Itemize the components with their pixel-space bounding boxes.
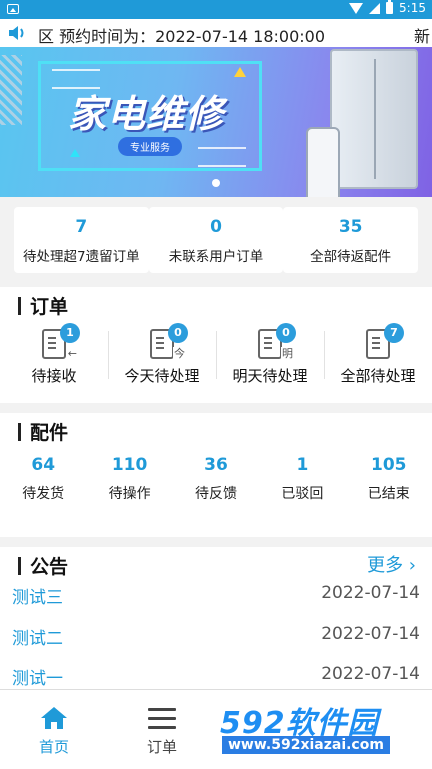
announcement-title: 测试三 — [12, 588, 63, 608]
speaker-icon — [9, 26, 24, 40]
status-time: 5:15 — [399, 1, 426, 15]
stat-label: 全部待返配件 — [310, 249, 392, 265]
tab-orders[interactable]: 订单 — [108, 690, 216, 769]
section-marker — [18, 297, 21, 315]
stat-value: 0 — [210, 217, 222, 237]
parts-label: 待发货 — [22, 486, 65, 502]
parts-value: 105 — [371, 455, 407, 475]
parts-value: 64 — [31, 455, 56, 475]
stat-value: 35 — [338, 217, 363, 237]
count-badge: 1 — [60, 323, 80, 343]
parts-rejected[interactable]: 1 已驳回 — [259, 455, 345, 503]
parts-stats: 64 待发货 110 待操作 36 待反馈 1 已驳回 105 已结束 — [0, 455, 432, 503]
announcement-item[interactable]: 测试二 2022-07-14 — [0, 618, 432, 654]
parts-value: 1 — [296, 455, 309, 475]
parts-label: 待反馈 — [194, 486, 237, 502]
stat-label: 未联系用户订单 — [168, 249, 264, 265]
count-badge: 7 — [384, 323, 404, 343]
banner-subtitle: 专业服务 — [118, 137, 182, 156]
stat-value: 7 — [75, 217, 88, 237]
parts-section: 配件 64 待发货 110 待操作 36 待反馈 1 已驳回 105 已结束 — [0, 413, 432, 537]
announcement-title: 测试二 — [12, 629, 63, 649]
announcement-title: 测试一 — [12, 669, 63, 689]
parts-to-feedback[interactable]: 36 待反馈 — [173, 455, 259, 503]
order-shortcuts: ← 1 待接收 今 0 今天待处理 明 0 明天待处理 7 全部待处理 — [0, 323, 432, 395]
air-purifier-image — [306, 127, 340, 197]
notice-marquee[interactable]: 区 预约时间为：2022-07-14 18:00:00 新 — [0, 19, 432, 47]
promo-banner[interactable]: 家电维修 专业服务 — [0, 47, 432, 197]
stats-row: 7 待处理超7遗留订单 0 未联系用户订单 35 全部待返配件 — [0, 207, 432, 277]
decorative-waves — [198, 147, 246, 167]
decorative-triangle — [70, 149, 80, 157]
section-title: 订单 — [30, 296, 69, 318]
section-title: 配件 — [30, 422, 69, 444]
wifi-icon — [349, 2, 364, 14]
announcement-item[interactable]: 测试三 2022-07-14 — [0, 577, 432, 613]
parts-to-operate[interactable]: 110 待操作 — [86, 455, 172, 503]
stat-card-parts-return[interactable]: 35 全部待返配件 — [283, 207, 419, 273]
parts-finished[interactable]: 105 已结束 — [346, 455, 432, 503]
section-marker — [18, 557, 21, 575]
stat-card-uncontacted[interactable]: 0 未联系用户订单 — [148, 207, 284, 273]
stat-card-overdue[interactable]: 7 待处理超7遗留订单 — [14, 207, 149, 273]
order-all-pending[interactable]: 7 全部待处理 — [324, 323, 432, 395]
decorative-stripes — [0, 55, 22, 125]
order-pending-receive[interactable]: ← 1 待接收 — [0, 323, 108, 395]
parts-label: 待操作 — [108, 486, 151, 502]
orders-section: 订单 ← 1 待接收 今 0 今天待处理 明 0 明天待处理 7 全部待处理 — [0, 287, 432, 403]
announcement-date: 2022-07-14 — [321, 583, 420, 603]
section-marker — [18, 423, 21, 441]
section-title: 公告 — [30, 556, 69, 578]
order-tomorrow[interactable]: 明 0 明天待处理 — [216, 323, 324, 395]
tab-label: 首页 — [38, 738, 69, 756]
status-bar: 5:15 — [0, 0, 432, 19]
parts-label: 已结束 — [367, 486, 410, 502]
bottom-tab-bar: 首页 订单 — [0, 689, 432, 769]
announcement-date: 2022-07-14 — [321, 664, 420, 684]
stat-label: 待处理超7遗留订单 — [23, 249, 140, 265]
refrigerator-image — [330, 49, 418, 189]
count-badge: 0 — [276, 323, 296, 343]
status-icons: 5:15 — [349, 0, 426, 15]
notice-text: 区 预约时间为：2022-07-14 18:00:00 — [38, 27, 326, 46]
signal-icon — [369, 2, 381, 14]
banner-title: 家电维修 — [68, 92, 225, 136]
tab-home[interactable]: 首页 — [0, 690, 108, 769]
order-label: 全部待处理 — [340, 367, 416, 385]
order-today[interactable]: 今 0 今天待处理 — [108, 323, 216, 395]
decorative-triangle — [234, 67, 246, 77]
tab-label: 订单 — [146, 738, 177, 756]
notice-text-tail: 新 — [413, 27, 430, 46]
carousel-indicator[interactable] — [212, 179, 220, 187]
parts-value: 36 — [204, 455, 228, 475]
battery-icon — [386, 0, 394, 14]
list-icon — [148, 708, 176, 730]
count-badge: 0 — [168, 323, 188, 343]
image-notification-icon — [7, 4, 19, 14]
order-label: 今天待处理 — [124, 367, 200, 385]
home-icon — [41, 707, 67, 729]
announcement-date: 2022-07-14 — [321, 624, 420, 644]
announcements-section: 公告 更多 › 测试三 2022-07-14 测试二 2022-07-14 测试… — [0, 547, 432, 689]
order-label: 待接收 — [31, 367, 77, 385]
section-header: 配件 — [0, 413, 432, 449]
more-link[interactable]: 更多 › — [367, 551, 416, 577]
parts-value: 110 — [111, 455, 148, 475]
parts-to-ship[interactable]: 64 待发货 — [0, 455, 86, 503]
order-label: 明天待处理 — [232, 367, 308, 385]
parts-label: 已驳回 — [281, 486, 324, 502]
section-header: 订单 — [0, 287, 432, 323]
